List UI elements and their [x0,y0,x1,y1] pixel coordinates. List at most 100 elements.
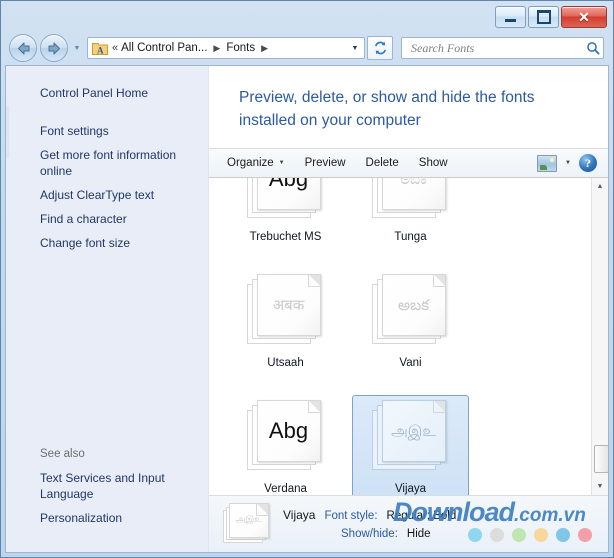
organize-button[interactable]: Organize ▼ [217,152,295,174]
delete-label: Delete [366,157,399,169]
sheet-front: அஇஉ [229,503,269,538]
chevron-down-icon: ▼ [74,45,81,52]
font-tile[interactable]: அஇஉVijaya [352,395,469,495]
details-font-style-value: Regular; Bold [387,507,457,525]
details-font-thumbnail: அஇஉ [223,503,271,545]
sidebar-item-get-more-font-information-online[interactable]: Get more font information online [6,143,208,183]
close-icon: ✕ [578,10,590,24]
svg-text:A: A [97,46,104,56]
sidebar-item-find-a-character[interactable]: Find a character [6,207,208,231]
color-dot [512,528,526,542]
navigation-sidebar: Control Panel Home Font settings Get mor… [6,66,209,552]
address-dropdown-button[interactable]: ▼ [346,38,364,58]
client-area: Control Panel Home Font settings Get mor… [5,65,609,553]
font-thumbnail: అబక [372,274,450,350]
font-tile-label: Tunga [394,230,426,244]
show-button[interactable]: Show [409,152,458,174]
sidebar-item-label: Adjust ClearType text [40,188,154,202]
font-preview-glyphs: அஇஉ [391,424,436,439]
maximize-button[interactable] [528,6,559,28]
scrollbar-thumb[interactable] [594,445,608,473]
font-tile-label: Trebuchet MS [250,230,322,244]
breadcrumb-all-control-panel[interactable]: All Control Pan... [119,42,209,54]
color-dot [490,528,504,542]
chevron-up-icon: ▲ [597,183,604,190]
sheet-front: Abg [257,178,321,210]
back-button[interactable] [9,34,37,62]
sheet-front: అబక [382,274,446,336]
change-view-dropdown[interactable]: ▼ [557,156,579,170]
font-name: Trebuchet MS [250,230,322,244]
page-title-line-1: Preview, delete, or show and hide the fo… [239,86,590,109]
minimize-button[interactable] [495,6,526,28]
sidebar-item-label: Font settings [40,124,109,138]
details-show-hide-key: Show/hide: [341,525,398,543]
chevron-down-icon: ▼ [279,160,285,166]
details-row-1: Vijaya Font style: Regular; Bold [283,506,456,525]
font-name: Tunga [394,230,426,244]
font-tile-label: Utsaah [267,356,303,370]
sidebar-item-personalization[interactable]: Personalization [6,506,208,530]
font-tile[interactable]: Abg Trebuchet MS [227,178,344,263]
font-tile[interactable]: अबक Utsaah [227,269,344,389]
see-also-title: See also [6,448,208,466]
fonts-folder-icon: A [92,41,108,55]
font-tile[interactable]: అబక Vani [352,269,469,389]
sidebar-item-adjust-cleartype-text[interactable]: Adjust ClearType text [6,183,208,207]
refresh-icon [373,41,388,55]
details-font-name: Vijaya [283,506,315,524]
preview-button[interactable]: Preview [295,152,356,174]
fonts-grid: Abg Trebuchet MS ಅಬಕ Tunga अबक Utsaah అబక Vani A… [209,178,590,495]
address-bar[interactable]: A « All Control Pan... ▶ Fonts ▶ ▼ [87,37,365,59]
delete-button[interactable]: Delete [356,152,409,174]
font-preview-glyphs: అబక [398,298,429,313]
breadcrumb-separator-2[interactable]: ▶ [257,43,272,54]
sidebar-item-change-font-size[interactable]: Change font size [6,231,208,255]
content-pane: Preview, delete, or show and hide the fo… [209,66,608,552]
help-icon: ? [585,156,591,171]
dogear-icon [308,275,320,287]
search-box[interactable] [401,37,604,59]
fonts-window: ✕ ▼ A « All Control Pan.. [0,0,614,558]
dogear-icon [433,275,445,287]
color-dot [534,528,548,542]
font-thumbnail: अबक [247,274,325,350]
sidebar-scroll-indicator [6,106,9,158]
breadcrumb-separator-1[interactable]: ▶ [209,43,224,54]
maximize-icon [537,10,551,24]
font-tile-label: Verdana [264,482,307,495]
font-tile[interactable]: AbgVerdana [227,395,344,495]
scroll-down-button[interactable]: ▼ [592,478,608,495]
sidebar-item-text-services-and-input-language[interactable]: Text Services and Input Language [6,466,208,506]
refresh-button[interactable] [367,36,393,60]
breadcrumb-overflow[interactable]: « [111,42,119,54]
recent-pages-dropdown[interactable]: ▼ [72,45,82,52]
sheet-front: अबक [257,274,321,336]
change-view-icon[interactable] [537,155,557,172]
details-preview-glyphs: அஇஉ [236,516,263,525]
back-arrow-icon [16,42,31,55]
vertical-scrollbar[interactable]: ▲ ▼ [591,178,608,495]
font-thumbnail: ಅಬಕ [372,178,450,224]
details-font-style-key: Font style: [324,507,377,525]
font-tile-label: Vani [399,356,421,370]
sidebar-gap [6,105,208,119]
forward-button[interactable] [40,34,68,62]
sidebar-item-label: Get more font information online [40,148,176,178]
see-also-section: See also Text Services and Input Languag… [6,448,208,530]
details-show-hide-value: Hide [407,525,431,543]
color-dots [468,528,592,542]
scroll-up-button[interactable]: ▲ [592,178,608,195]
font-tile[interactable]: ಅಬಕ Tunga [352,178,469,263]
sidebar-item-font-settings[interactable]: Font settings [6,119,208,143]
search-input[interactable] [409,40,583,57]
breadcrumb-fonts[interactable]: Fonts [224,42,257,54]
chevron-down-icon: ▼ [597,483,604,490]
dogear-icon [256,504,268,516]
close-button[interactable]: ✕ [561,6,607,28]
help-button[interactable]: ? [579,154,597,172]
sidebar-item-control-panel-home[interactable]: Control Panel Home [6,81,208,105]
search-icon[interactable] [583,41,603,55]
color-dot [578,528,592,542]
sidebar-item-label: Find a character [40,212,127,226]
